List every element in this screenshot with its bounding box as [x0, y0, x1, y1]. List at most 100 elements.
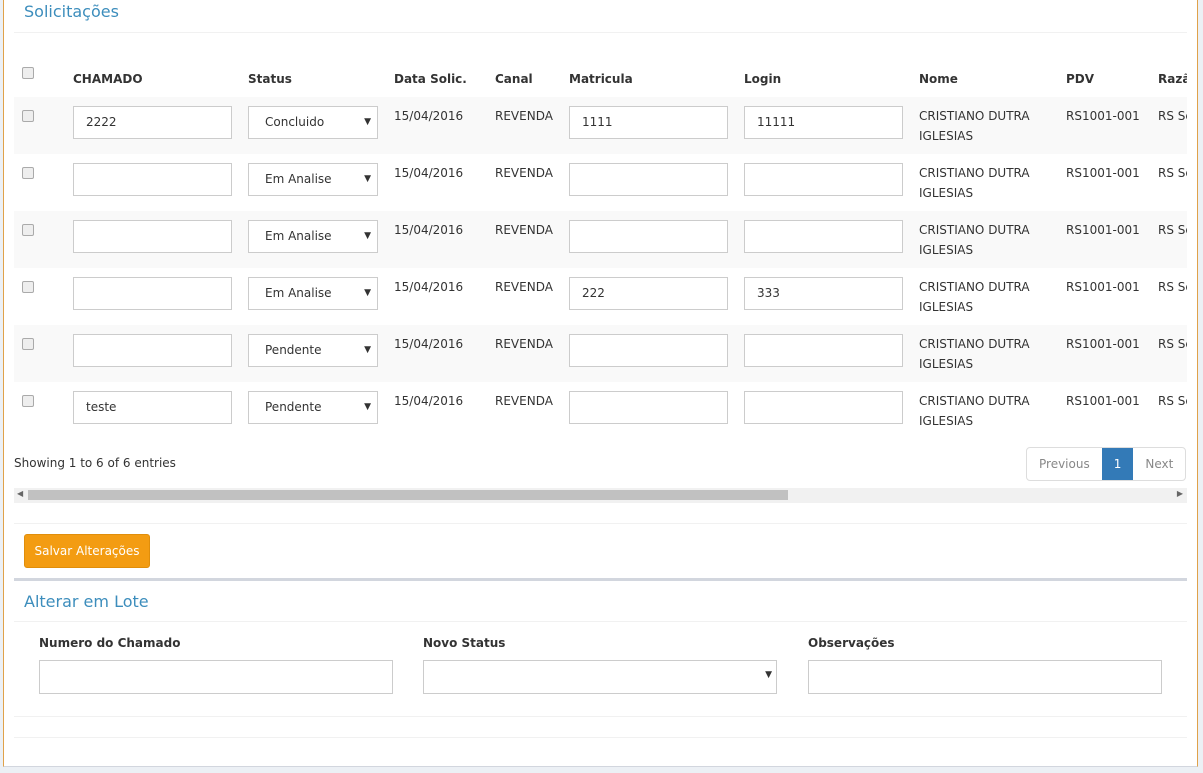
nome-cell: CRISTIANO DUTRA IGLESIAS: [919, 166, 1030, 200]
matricula-input[interactable]: [569, 334, 728, 367]
pdv-cell: RS1001-001: [1066, 97, 1158, 154]
razao-cell: RS Se: [1158, 394, 1187, 408]
chamado-input[interactable]: [73, 334, 232, 367]
scroll-left-icon[interactable]: ◀: [17, 489, 23, 498]
batch-edit-box: Alterar em Lote Numero do Chamado Novo S…: [14, 578, 1187, 717]
col-header[interactable]: Razã: [1158, 40, 1187, 97]
login-input[interactable]: [744, 391, 903, 424]
canal-cell: REVENDA: [495, 97, 569, 154]
login-input[interactable]: [744, 163, 903, 196]
status-select[interactable]: Em Analise ▼: [248, 277, 378, 310]
nome-cell: CRISTIANO DUTRA IGLESIAS: [919, 280, 1030, 314]
divider: [14, 32, 1187, 33]
nome-cell: CRISTIANO DUTRA IGLESIAS: [919, 325, 1066, 382]
col-header[interactable]: Login: [744, 40, 919, 97]
canal-cell: REVENDA: [495, 211, 569, 268]
novo-status-label: Novo Status: [423, 636, 506, 650]
status-select[interactable]: Concluido ▼: [248, 106, 378, 139]
chevron-down-icon: ▼: [364, 402, 371, 412]
canal-cell: REVENDA: [495, 394, 553, 408]
matricula-input[interactable]: [569, 391, 728, 424]
data-cell: 15/04/2016: [394, 97, 495, 154]
pdv-cell: RS1001-001: [1066, 394, 1140, 408]
chevron-down-icon: ▼: [364, 345, 371, 355]
chamado-input[interactable]: 2222: [73, 106, 232, 139]
login-input[interactable]: 333: [744, 277, 903, 310]
status-value: Em Analise: [265, 286, 332, 300]
chamado-input[interactable]: [73, 220, 232, 253]
row-checkbox[interactable]: [22, 281, 34, 293]
col-header[interactable]: Matricula: [569, 40, 744, 97]
row-checkbox[interactable]: [22, 167, 34, 179]
login-input[interactable]: [744, 220, 903, 253]
pdv-cell: RS1001-001: [1066, 325, 1158, 382]
table-row: teste Pendente ▼ 15/04/2016 REVENDA CRIST…: [14, 382, 1187, 439]
data-cell: 15/04/2016: [394, 211, 495, 268]
page-1-button[interactable]: 1: [1101, 448, 1134, 480]
status-select[interactable]: Pendente ▼: [248, 334, 378, 367]
status-value: Em Analise: [265, 172, 332, 186]
divider: [14, 523, 1187, 524]
row-checkbox[interactable]: [22, 338, 34, 350]
chamado-input[interactable]: teste: [73, 391, 232, 424]
status-select[interactable]: Pendente ▼: [248, 391, 378, 424]
batch-title: Alterar em Lote: [24, 592, 149, 611]
col-header[interactable]: Canal: [495, 40, 569, 97]
horizontal-scrollbar[interactable]: ◀ ▶: [14, 488, 1187, 503]
nome-cell: CRISTIANO DUTRA IGLESIAS: [919, 97, 1066, 154]
status-select[interactable]: Em Analise ▼: [248, 220, 378, 253]
razao-cell: RS Se: [1158, 166, 1187, 180]
matricula-input[interactable]: 1111: [569, 106, 728, 139]
col-header[interactable]: CHAMADO: [73, 40, 248, 97]
divider: [14, 621, 1187, 622]
table-info: Showing 1 to 6 of 6 entries: [14, 456, 176, 470]
razao-cell: RS Se: [1158, 97, 1187, 154]
status-select[interactable]: Em Analise ▼: [248, 163, 378, 196]
status-value: Em Analise: [265, 229, 332, 243]
chamado-input[interactable]: [73, 277, 232, 310]
matricula-input[interactable]: [569, 163, 728, 196]
col-header[interactable]: PDV: [1066, 40, 1158, 97]
chevron-down-icon: ▼: [765, 670, 772, 680]
canal-cell: REVENDA: [495, 325, 569, 382]
next-button[interactable]: Next: [1133, 448, 1185, 480]
matricula-input[interactable]: 222: [569, 277, 728, 310]
table-row: 2222 Concluido ▼ 15/04/2016 REVENDA 1111 …: [14, 97, 1187, 154]
nome-cell: CRISTIANO DUTRA IGLESIAS: [919, 211, 1066, 268]
observacoes-label: Observações: [808, 636, 895, 650]
col-header[interactable]: Data Solic.: [394, 40, 495, 97]
status-value: Concluido: [265, 115, 325, 129]
razao-cell: RS Se: [1158, 280, 1187, 294]
observacoes-input[interactable]: [808, 660, 1162, 694]
scroll-right-icon[interactable]: ▶: [1177, 489, 1183, 498]
canal-cell: REVENDA: [495, 280, 553, 294]
status-value: Pendente: [265, 400, 322, 414]
section-title: Solicitações: [24, 2, 119, 21]
scrollbar-thumb[interactable]: [28, 490, 788, 500]
col-header[interactable]: Status: [248, 40, 394, 97]
solicitacoes-table: CHAMADO Status Data Solic. Canal Matricu…: [14, 40, 1187, 439]
data-cell: 15/04/2016: [394, 394, 464, 408]
numero-chamado-input[interactable]: [39, 660, 393, 694]
row-checkbox[interactable]: [22, 224, 34, 236]
chevron-down-icon: ▼: [364, 174, 371, 184]
row-checkbox[interactable]: [22, 395, 34, 407]
matricula-input[interactable]: [569, 220, 728, 253]
razao-cell: RS Se: [1158, 211, 1187, 268]
data-cell: 15/04/2016: [394, 325, 495, 382]
pdv-cell: RS1001-001: [1066, 166, 1140, 180]
select-all-checkbox[interactable]: [22, 67, 34, 79]
login-input[interactable]: 11111: [744, 106, 903, 139]
save-changes-button[interactable]: Salvar Alterações: [24, 534, 150, 568]
table-row: Em Analise ▼ 15/04/2016 REVENDA 222 333 C…: [14, 268, 1187, 325]
row-checkbox[interactable]: [22, 110, 34, 122]
table-scroll-container: CHAMADO Status Data Solic. Canal Matricu…: [14, 40, 1187, 440]
table-header: CHAMADO Status Data Solic. Canal Matricu…: [14, 40, 1187, 97]
col-header[interactable]: Nome: [919, 40, 1066, 97]
login-input[interactable]: [744, 334, 903, 367]
novo-status-select[interactable]: ▼: [423, 660, 777, 694]
numero-label: Numero do Chamado: [39, 636, 181, 650]
data-cell: 15/04/2016: [394, 166, 464, 180]
chamado-input[interactable]: [73, 163, 232, 196]
previous-button[interactable]: Previous: [1027, 448, 1102, 480]
